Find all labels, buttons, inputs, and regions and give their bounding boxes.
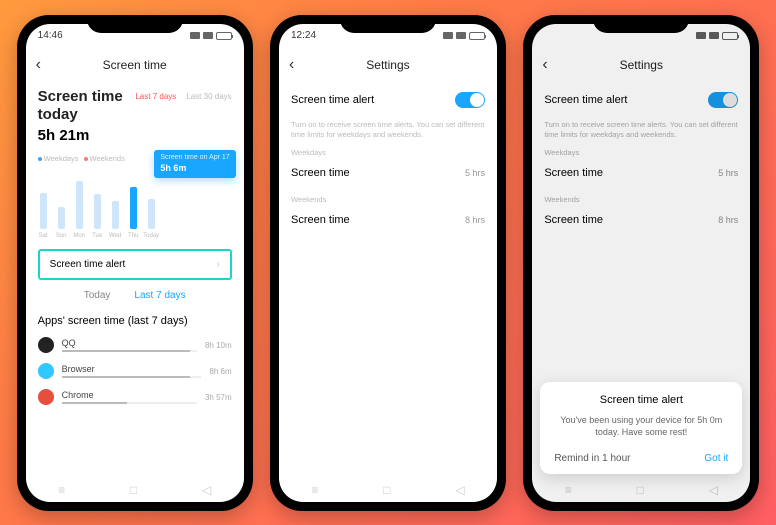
tooltip-value: 5h 6m (160, 163, 229, 174)
summary-title-l2: today (38, 106, 123, 125)
signal-icon (443, 32, 453, 39)
chart-bar-label: Sat (39, 233, 48, 239)
screen-time-alert-row[interactable]: Screen time alert › (38, 249, 232, 280)
notch (593, 15, 689, 33)
nav-home-icon[interactable]: □ (383, 483, 390, 497)
app-row[interactable]: Browser 8h 6m (38, 363, 232, 379)
phone-settings-alert: ‹ Settings Screen time alert Turn on to … (523, 15, 759, 511)
wifi-icon (203, 32, 213, 39)
notch (340, 15, 436, 33)
battery-icon (216, 32, 232, 40)
subtab-today[interactable]: Today (84, 290, 111, 301)
weekday-limit-value: 5 hrs (465, 168, 485, 178)
chart-bar[interactable]: Wed (112, 201, 119, 229)
got-it-button[interactable]: Got it (704, 453, 728, 464)
chart-bar[interactable]: Mon (76, 181, 83, 229)
nav-back-icon[interactable]: ◁ (202, 483, 211, 497)
total-time: 5h 21m (38, 127, 232, 144)
nav-bar: ≡ □ ◁ (26, 478, 244, 502)
app-time: 8h 6m (209, 367, 231, 376)
chart-tooltip: Screen time on Apr 17 5h 6m (154, 150, 235, 178)
subtab-last7[interactable]: Last 7 days (134, 290, 185, 301)
weekday-limit-label: Screen time (291, 167, 350, 179)
header: ‹ Settings (279, 48, 497, 82)
phone-settings: 12:24 ‹ Settings Screen time alert Turn … (270, 15, 506, 511)
app-row[interactable]: Chrome 3h 57m (38, 389, 232, 405)
sheet-title: Screen time alert (550, 394, 732, 406)
app-name: Browser (62, 364, 202, 374)
wifi-icon (456, 32, 466, 39)
app-time: 3h 57m (205, 393, 232, 402)
app-name: QQ (62, 338, 197, 348)
back-button[interactable]: ‹ (36, 56, 41, 74)
alert-row-label: Screen time alert (50, 259, 126, 270)
chart-bar-label: Wed (109, 233, 121, 239)
nav-back-icon[interactable]: ◁ (455, 483, 464, 497)
chart-bar[interactable]: Sun (58, 207, 65, 229)
chart-bar[interactable]: Today (148, 199, 155, 229)
alert-sheet: Screen time alert You've been using your… (540, 382, 742, 473)
alert-toggle-label: Screen time alert (291, 94, 374, 106)
nav-menu-icon[interactable]: ≡ (58, 483, 65, 497)
weekend-limit-label: Screen time (291, 214, 350, 226)
app-icon (38, 389, 54, 405)
sheet-body: You've been using your device for 5h 0m … (550, 414, 732, 438)
chart-bar-label: Mon (73, 233, 85, 239)
legend-weekdays: Weekdays (38, 154, 79, 163)
range-tab-last7[interactable]: Last 7 days (135, 92, 176, 101)
app-name: Chrome (62, 390, 197, 400)
chart-bar[interactable]: Thu (130, 187, 137, 229)
nav-home-icon[interactable]: □ (130, 483, 137, 497)
chart-bar-label: Today (143, 233, 159, 239)
apps-section-title: Apps' screen time (last 7 days) (38, 315, 232, 327)
app-time: 8h 10m (205, 341, 232, 350)
group-weekdays: Weekdays (291, 148, 485, 157)
alert-description: Turn on to receive screen time alerts. Y… (291, 120, 485, 140)
chart-bar-label: Sun (56, 233, 67, 239)
header: ‹ Screen time (26, 48, 244, 82)
signal-icon (190, 32, 200, 39)
app-icon (38, 363, 54, 379)
app-icon (38, 337, 54, 353)
weekend-limit-value: 8 hrs (465, 215, 485, 225)
nav-menu-icon[interactable]: ≡ (311, 483, 318, 497)
page-title: Settings (366, 58, 409, 72)
alert-toggle-row: Screen time alert (291, 82, 485, 118)
chevron-right-icon: › (216, 259, 219, 270)
battery-icon (469, 32, 485, 40)
chart-bar-label: Tue (92, 233, 102, 239)
status-time: 14:46 (38, 30, 63, 41)
app-row[interactable]: QQ 8h 10m (38, 337, 232, 353)
tooltip-label: Screen time on Apr 17 (160, 154, 229, 163)
range-tab-last30[interactable]: Last 30 days (186, 92, 231, 101)
chart-bar[interactable]: Sat (40, 193, 47, 229)
chart-bar[interactable]: Tue (94, 194, 101, 229)
nav-bar: ≡ □ ◁ (279, 478, 497, 502)
alert-toggle[interactable] (455, 92, 485, 108)
status-time: 12:24 (291, 30, 316, 41)
phone-screen-time: 14:46 ‹ Screen time Screen time today La… (17, 15, 253, 511)
chart-bar-label: Thu (128, 233, 138, 239)
legend-weekends: Weekends (84, 154, 125, 163)
page-title: Screen time (103, 58, 167, 72)
notch (87, 15, 183, 33)
group-weekends: Weekends (291, 195, 485, 204)
weekend-limit-row[interactable]: Screen time 8 hrs (291, 204, 485, 236)
remind-later-button[interactable]: Remind in 1 hour (554, 453, 630, 464)
weekday-limit-row[interactable]: Screen time 5 hrs (291, 157, 485, 189)
summary-title-l1: Screen time (38, 88, 123, 107)
usage-chart[interactable]: Sat Sun Mon Tue Wed Thu Today (38, 169, 232, 229)
back-button[interactable]: ‹ (289, 56, 294, 74)
